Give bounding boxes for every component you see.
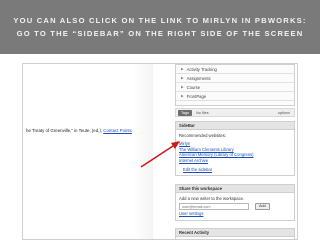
contact-points-link[interactable]: Contact Points (103, 128, 132, 133)
nav-item-assignments[interactable]: ▶ Assignments (176, 74, 294, 83)
tags-button[interactable]: Tags (178, 109, 193, 116)
bullet-icon: ▶ (181, 94, 184, 98)
sidebar-panel: SideBar Recommended websites: Mirlyn The… (175, 121, 295, 177)
nav-item-frontpage[interactable]: ▶ FrontPage (176, 92, 294, 101)
options-link[interactable]: options (278, 111, 290, 115)
user-settings-link[interactable]: User settings (179, 211, 291, 216)
right-sidebar-column: ▶ Activity Tracking ▶ Assignments ▶ Cour… (173, 64, 297, 239)
nav-item-activity-tracking[interactable]: ▶ Activity Tracking (176, 65, 294, 74)
nav-item-label: Activity Tracking (186, 66, 217, 72)
recent-activity-panel: Recent Activity (175, 228, 295, 239)
bullet-icon: ▶ (181, 76, 184, 80)
email-input[interactable] (179, 203, 249, 211)
share-panel-body: Add a new writer to the workspace. Add U… (176, 193, 294, 220)
add-writer-prompt: Add a new writer to the workspace. (179, 196, 245, 201)
edit-sidebar-link[interactable]: Edit the sidebar (183, 167, 291, 172)
slide-title-band: YOU CAN ALSO CLICK ON THE LINK TO MIRLYN… (0, 0, 320, 54)
page-nav-list: ▶ Activity Tracking ▶ Assignments ▶ Cour… (175, 64, 295, 106)
sidebar-panel-title: SideBar (176, 122, 294, 130)
recent-activity-title: Recent Activity (176, 229, 294, 237)
slide-title-line-2: GO TO THE “SIDEBAR” ON THE RIGHT SIDE OF… (16, 29, 304, 38)
share-panel-title: Share this workspace (176, 185, 294, 193)
main-text: he Treaty of Greenville,” in Teute, (ed.… (26, 128, 132, 133)
main-content-area: he Treaty of Greenville,” in Teute, (ed.… (23, 64, 153, 239)
invite-row: Add (179, 203, 291, 211)
bullet-icon: ▶ (181, 67, 184, 71)
nav-item-label: Course (186, 84, 201, 90)
add-button[interactable]: Add (255, 203, 270, 211)
nav-item-label: Assignments (186, 75, 211, 81)
tags-row: Tags No files options (175, 108, 295, 117)
pbworks-screenshot: he Treaty of Greenville,” in Teute, (ed.… (22, 63, 298, 240)
no-files-text: No files (196, 110, 209, 115)
nav-item-label: FrontPage (186, 93, 207, 99)
nav-item-course[interactable]: ▶ Course (176, 83, 294, 92)
slide-title-line-1: YOU CAN ALSO CLICK ON THE LINK TO MIRLYN… (13, 16, 307, 25)
bullet-icon: ▶ (181, 85, 184, 89)
sidebar-panel-body: Recommended websites: Mirlyn The William… (176, 130, 294, 175)
citation-text: he Treaty of Greenville,” in Teute, (ed.… (26, 128, 103, 133)
share-workspace-panel: Share this workspace Add a new writer to… (175, 184, 295, 221)
